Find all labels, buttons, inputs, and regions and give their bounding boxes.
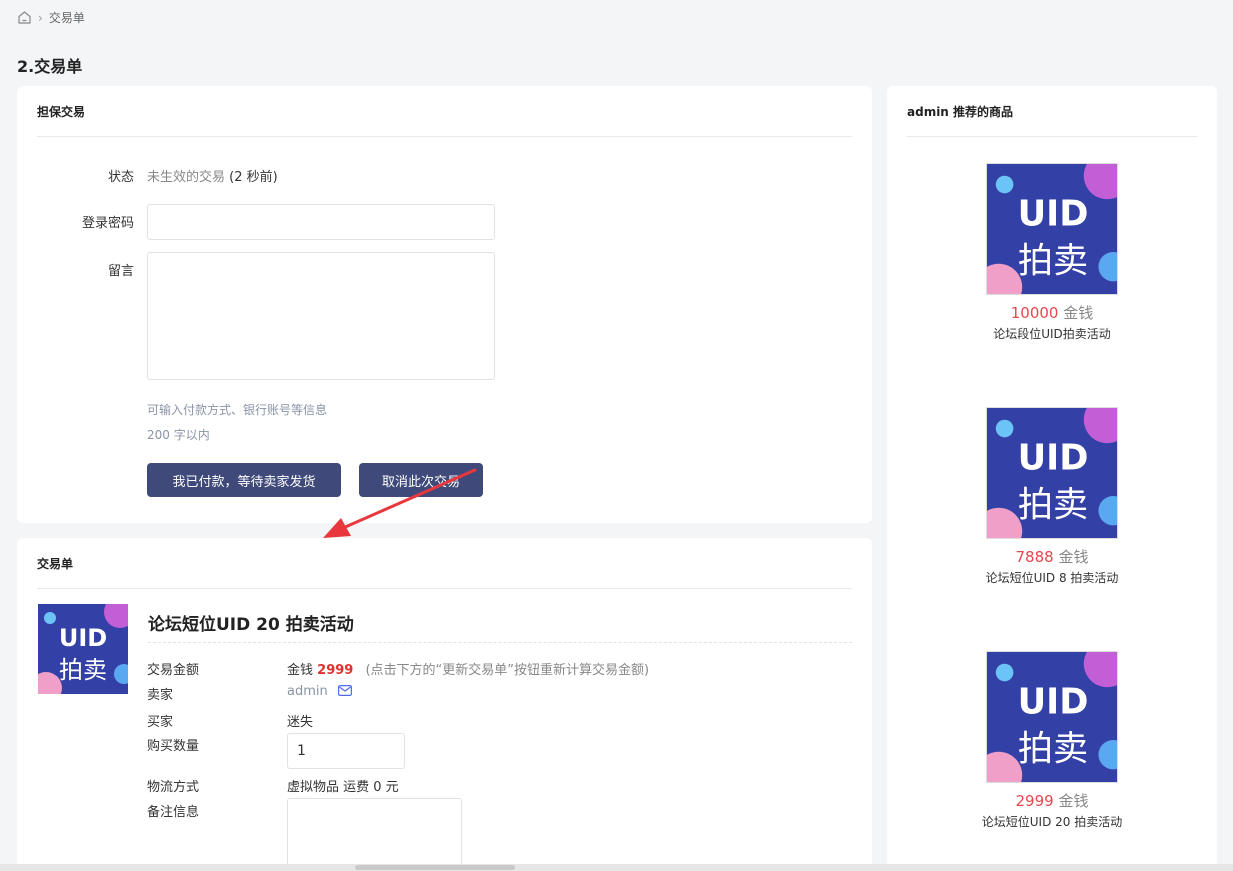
remark-label: 备注信息 <box>147 805 200 820</box>
buyer-value: 迷失 <box>287 715 314 730</box>
recommend-item[interactable]: 2999 金钱 论坛短位UID 20 拍卖活动 <box>887 790 1217 830</box>
amount-currency: 金钱 <box>287 663 314 678</box>
divider <box>37 136 852 137</box>
order-card: 交易单 UID 拍卖 论坛短位UID 20 拍卖活动 交易金额 金钱 2999 … <box>17 538 872 871</box>
red-arrow-annotation <box>323 468 477 538</box>
thumb-text: 拍卖 <box>1018 729 1088 770</box>
password-label: 登录密码 <box>81 216 134 231</box>
breadcrumb-separator: › <box>38 10 43 25</box>
message-limit-hint: 200 字以内 <box>147 428 210 442</box>
horizontal-scrollbar[interactable] <box>0 864 1233 871</box>
recommend-thumbnail[interactable]: UID 拍卖 <box>986 651 1118 783</box>
seller-label: 卖家 <box>147 688 174 703</box>
recommend-name[interactable]: 论坛短位UID 8 拍卖活动 <box>887 569 1217 586</box>
thumb-text: UID <box>1018 194 1089 235</box>
scrollbar-thumb[interactable] <box>355 865 515 870</box>
recommend-price: 2999 金钱 <box>887 790 1217 811</box>
status-text: 未生效的交易 <box>147 170 226 185</box>
product-title[interactable]: 论坛短位UID 20 拍卖活动 <box>148 610 354 635</box>
message-hint: 可输入付款方式、银行账号等信息 <box>147 403 328 417</box>
recommend-card-title: admin 推荐的商品 <box>907 105 1014 119</box>
amount-label: 交易金额 <box>147 663 200 678</box>
recommend-price-value: 2999 <box>1015 792 1054 810</box>
amount-value: 金钱 2999 (点击下方的“更新交易单”按钮重新计算交易金额) <box>287 659 649 678</box>
remark-textarea[interactable] <box>287 798 462 871</box>
recommend-price-unit: 金钱 <box>1058 548 1089 566</box>
recommend-price: 10000 金钱 <box>887 302 1217 323</box>
breadcrumb: › 交易单 <box>17 9 85 26</box>
breadcrumb-current[interactable]: 交易单 <box>49 9 85 26</box>
divider <box>907 136 1197 137</box>
recommend-thumbnail[interactable]: UID 拍卖 <box>986 163 1118 295</box>
thumb-text: UID <box>59 624 107 652</box>
message-label: 留言 <box>107 264 134 279</box>
divider <box>37 588 852 589</box>
status-label: 状态 <box>107 170 134 185</box>
recommend-thumbnail[interactable]: UID 拍卖 <box>986 407 1118 539</box>
recommend-price-value: 7888 <box>1015 548 1054 566</box>
recommend-item[interactable]: 10000 金钱 论坛段位UID拍卖活动 <box>887 302 1217 342</box>
product-thumbnail[interactable]: UID 拍卖 <box>38 604 128 694</box>
home-icon[interactable] <box>17 10 32 25</box>
logistics-value: 虚拟物品 运费 0 元 <box>287 780 399 795</box>
recommend-price-unit: 金钱 <box>1058 792 1089 810</box>
escrow-card: 担保交易 状态 未生效的交易 (2 秒前) 登录密码 留言 可输入付款方式、银行… <box>17 86 872 538</box>
quantity-input[interactable] <box>287 733 405 769</box>
thumb-text: 拍卖 <box>1018 241 1088 282</box>
amount-number: 2999 <box>317 663 354 678</box>
seller-value: admin <box>287 684 352 699</box>
password-input[interactable] <box>147 204 495 240</box>
thumb-text: UID <box>1018 682 1089 723</box>
logistics-label: 物流方式 <box>147 780 200 795</box>
recommend-card: admin 推荐的商品 UID 拍卖 10000 金钱 论坛段位UID拍卖活动 … <box>887 86 1217 871</box>
thumb-text: UID <box>1018 438 1089 479</box>
recommend-price: 7888 金钱 <box>887 546 1217 567</box>
page-title: 2.交易单 <box>17 57 83 76</box>
mail-icon[interactable] <box>337 685 352 697</box>
recommend-item[interactable]: 7888 金钱 论坛短位UID 8 拍卖活动 <box>887 546 1217 586</box>
thumb-text: 拍卖 <box>59 656 107 684</box>
amount-note: (点击下方的“更新交易单”按钮重新计算交易金额) <box>365 663 650 678</box>
status-value: 未生效的交易 (2 秒前) <box>147 166 278 185</box>
recommend-price-unit: 金钱 <box>1063 304 1094 322</box>
thumb-text: 拍卖 <box>1018 485 1088 526</box>
divider <box>148 642 852 643</box>
status-time: (2 秒前) <box>229 170 278 185</box>
seller-link[interactable]: admin <box>287 684 328 699</box>
paid-button[interactable]: 我已付款，等待卖家发货 <box>147 463 341 497</box>
recommend-name[interactable]: 论坛段位UID拍卖活动 <box>887 325 1217 342</box>
recommend-name[interactable]: 论坛短位UID 20 拍卖活动 <box>887 813 1217 830</box>
quantity-label: 购买数量 <box>147 739 200 754</box>
message-textarea[interactable] <box>147 252 495 380</box>
recommend-price-value: 10000 <box>1010 304 1059 322</box>
buyer-label: 买家 <box>147 715 174 730</box>
escrow-card-title: 担保交易 <box>37 105 86 119</box>
order-card-title: 交易单 <box>37 557 74 571</box>
